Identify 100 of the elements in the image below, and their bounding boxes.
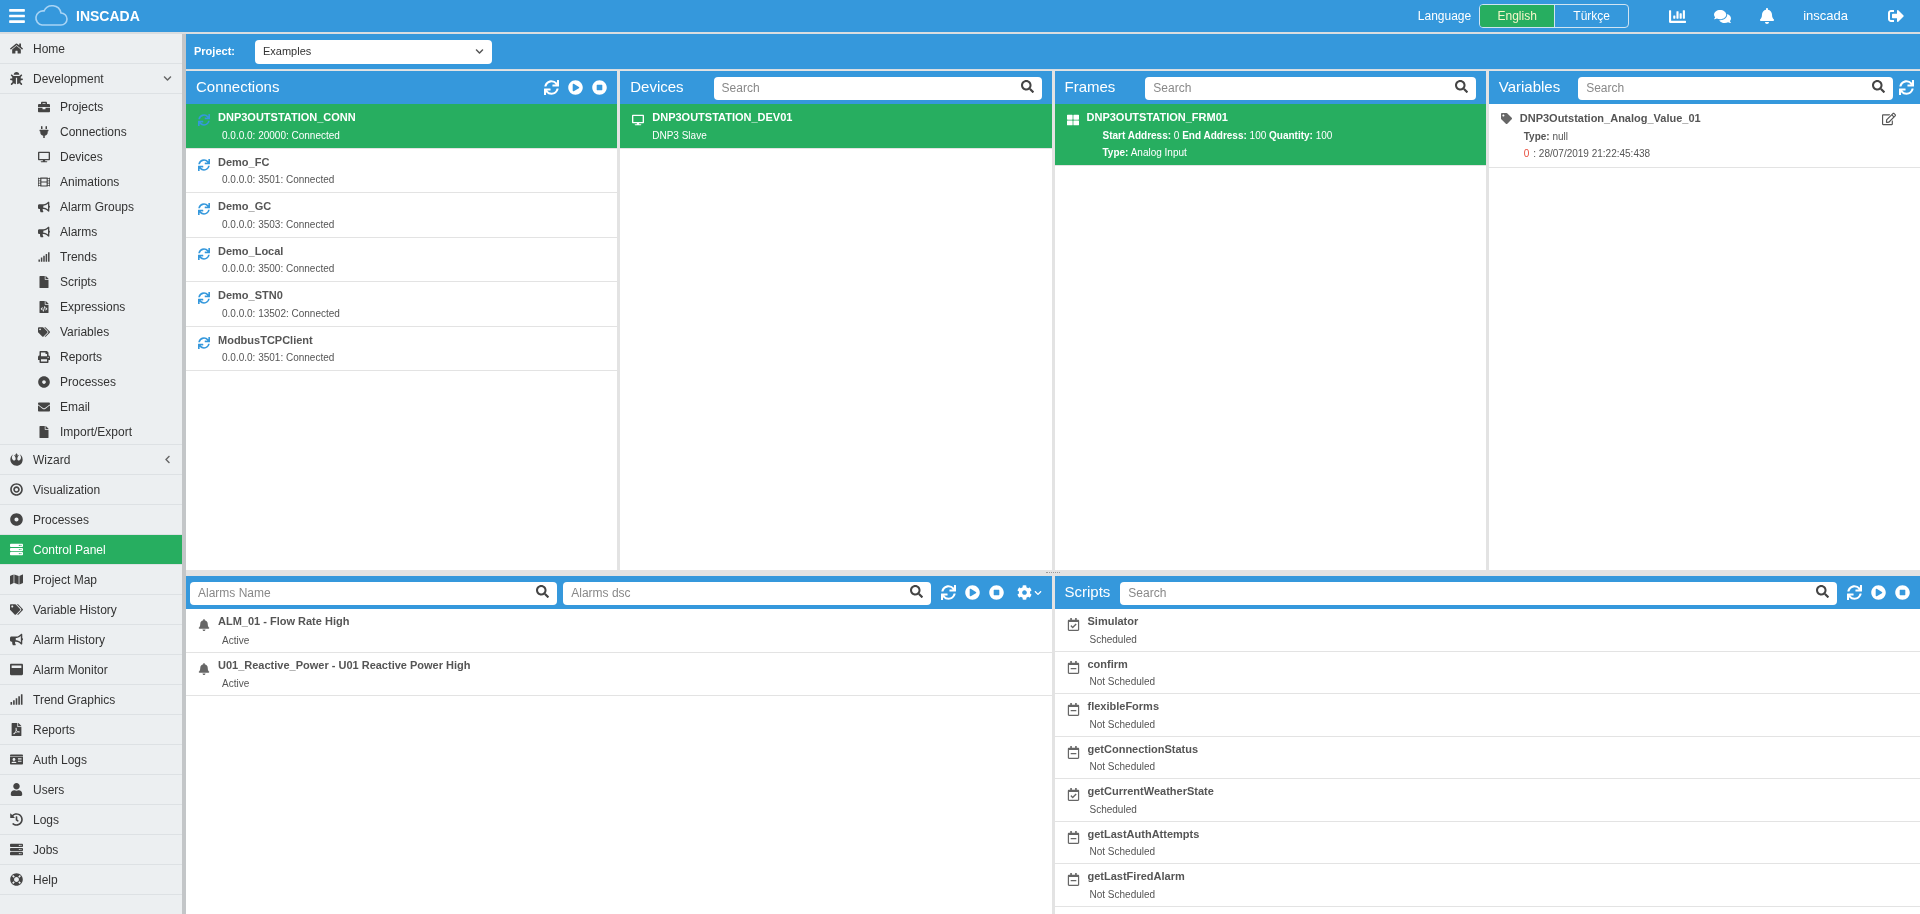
- signal-bars-icon: [10, 693, 23, 706]
- sidebar-subitem[interactable]: Scripts: [0, 269, 182, 294]
- list-row[interactable]: getConnectionStatus Not Scheduled: [1054, 736, 1920, 779]
- search-icon[interactable]: [1816, 585, 1829, 599]
- plug-icon: [38, 125, 50, 138]
- sidebar-item[interactable]: Alarm Monitor: [0, 655, 182, 685]
- list-row[interactable]: getLastAuthAttempts Not Scheduled: [1054, 821, 1920, 864]
- script-name: getLastAuthAttempts: [1087, 826, 1200, 842]
- sidebar-subitem[interactable]: Alarm Groups: [0, 194, 182, 219]
- sidebar-item[interactable]: Jobs: [0, 835, 182, 865]
- search-field[interactable]: Search: [1120, 581, 1837, 605]
- life-ring-icon: [10, 873, 23, 886]
- script-status: Not Scheduled: [1088, 675, 1156, 689]
- logout-icon[interactable]: [1888, 8, 1904, 24]
- edit-icon[interactable]: [1882, 112, 1896, 126]
- sidebar-item[interactable]: Logs: [0, 805, 182, 835]
- cloud-logo-icon: [34, 4, 68, 28]
- sidebar-item[interactable]: Help: [0, 865, 182, 895]
- sidebar-item[interactable]: Trend Graphics: [0, 685, 182, 715]
- briefcase-icon: [38, 100, 50, 113]
- sidebar-item[interactable]: Auth Logs: [0, 745, 182, 775]
- sidebar-subitem[interactable]: Variables: [0, 319, 182, 344]
- menu-icon[interactable]: [8, 7, 26, 25]
- sidebar-subitem[interactable]: Import/Export: [0, 419, 182, 444]
- play-icon[interactable]: [1871, 585, 1886, 600]
- refresh-icon[interactable]: [940, 585, 956, 600]
- sidebar-subitem[interactable]: Animations: [0, 169, 182, 194]
- monitor-icon: [632, 114, 645, 126]
- list-row[interactable]: U01_Reactive_Power - U01 Reactive Power High Active: [186, 652, 1052, 696]
- bell-icon: [198, 662, 210, 675]
- list-row[interactable]: flexibleForms Not Scheduled: [1054, 694, 1920, 737]
- search-field[interactable]: Search: [1578, 76, 1893, 100]
- pdf-file-icon: [10, 723, 23, 736]
- sidebar-item[interactable]: Visualization: [0, 475, 182, 505]
- language-label: Language: [1417, 8, 1472, 25]
- settings-dropdown-button[interactable]: [1016, 585, 1042, 600]
- list-row[interactable]: ALM_01 - Flow Rate High Active: [186, 609, 1052, 653]
- search-field[interactable]: Alarms Name: [190, 581, 558, 605]
- play-icon[interactable]: [568, 80, 584, 95]
- sidebar-item[interactable]: Development: [0, 64, 182, 94]
- connection-detail: 0.0.0.0: 3503: Connected: [221, 217, 336, 232]
- refresh-icon[interactable]: [544, 80, 560, 95]
- sidebar-item[interactable]: Wizard: [0, 445, 182, 475]
- sidebar-item[interactable]: Project Map: [0, 565, 182, 595]
- stop-icon[interactable]: [1895, 585, 1910, 600]
- search-icon[interactable]: [1454, 80, 1468, 94]
- id-card-icon: [10, 753, 23, 766]
- refresh-icon[interactable]: [1899, 80, 1914, 95]
- connection-name: DNP3OUTSTATION_CONN: [218, 110, 357, 125]
- tag-icon: [1500, 113, 1512, 124]
- sidebar-item[interactable]: Home: [0, 34, 182, 64]
- connection-detail: 0.0.0.0: 3500: Connected: [221, 262, 336, 276]
- sidebar-item[interactable]: Variable History: [0, 595, 182, 625]
- search-icon[interactable]: [909, 585, 923, 599]
- chat-icon[interactable]: [1714, 7, 1732, 25]
- refresh-icon[interactable]: [1847, 585, 1862, 600]
- search-field[interactable]: Alarms dsc: [563, 581, 931, 605]
- list-row[interactable]: Simulator Scheduled: [1054, 609, 1920, 652]
- variable-timestamp: : 28/07/2019 21:22:45:438: [1533, 146, 1651, 161]
- sidebar-subitem[interactable]: Reports: [0, 344, 182, 369]
- server-icon: [10, 843, 23, 856]
- project-select[interactable]: Examples: [254, 39, 492, 64]
- search-field[interactable]: Search: [713, 76, 1042, 100]
- sidebar-subitem[interactable]: Projects: [0, 94, 182, 119]
- search-field[interactable]: Search: [1145, 76, 1476, 100]
- sidebar-subitem[interactable]: Alarms: [0, 219, 182, 244]
- connection-name: ModbusTCPClient: [218, 332, 314, 348]
- sidebar-subitem[interactable]: Devices: [0, 144, 182, 169]
- script-status: Not Scheduled: [1088, 887, 1157, 902]
- list-row[interactable]: DNP3Outstation_Analog_Value_01 Type: null 0 : 28/07/2019 21:22:45:438: [1488, 104, 1920, 168]
- sync-icon: [198, 114, 210, 126]
- panel-title: Frames: [1064, 77, 1116, 98]
- list-row[interactable]: confirm Not Scheduled: [1054, 651, 1920, 694]
- sidebar-subitem[interactable]: Connections: [0, 119, 182, 144]
- sidebar-subitem[interactable]: Trends: [0, 244, 182, 269]
- envelope-icon: [38, 400, 50, 413]
- sidebar-item[interactable]: Reports: [0, 715, 182, 745]
- search-icon[interactable]: [536, 585, 550, 599]
- sidebar-item[interactable]: Alarm History: [0, 625, 182, 655]
- variable-type: Type: null: [1522, 129, 1570, 144]
- connection-detail: 0.0.0.0: 13502: Connected: [221, 306, 341, 321]
- code-file-icon: [38, 300, 50, 313]
- list-row[interactable]: getLastFiredAlarm Not Scheduled: [1054, 864, 1920, 907]
- resize-handle-icon[interactable]: [1046, 572, 1060, 574]
- stop-icon[interactable]: [988, 585, 1004, 600]
- sidebar-subitem[interactable]: Expressions: [0, 294, 182, 319]
- play-icon[interactable]: [964, 585, 980, 600]
- sidebar-subitem[interactable]: Email: [0, 394, 182, 419]
- emblem-icon: [10, 453, 23, 466]
- sync-icon: [198, 292, 210, 304]
- device-name: DNP3OUTSTATION_DEV01: [652, 110, 794, 125]
- bar-chart-icon[interactable]: [1669, 7, 1687, 25]
- sidebar-subitem[interactable]: Processes: [0, 369, 182, 394]
- sidebar-item[interactable]: Users: [0, 775, 182, 805]
- search-icon[interactable]: [1872, 80, 1885, 94]
- list-row[interactable]: getCurrentWeatherState Scheduled: [1054, 779, 1920, 822]
- caret-icon: [1033, 588, 1042, 597]
- bell-icon[interactable]: [1759, 8, 1776, 24]
- stop-icon[interactable]: [592, 80, 608, 95]
- search-icon[interactable]: [1020, 80, 1034, 94]
